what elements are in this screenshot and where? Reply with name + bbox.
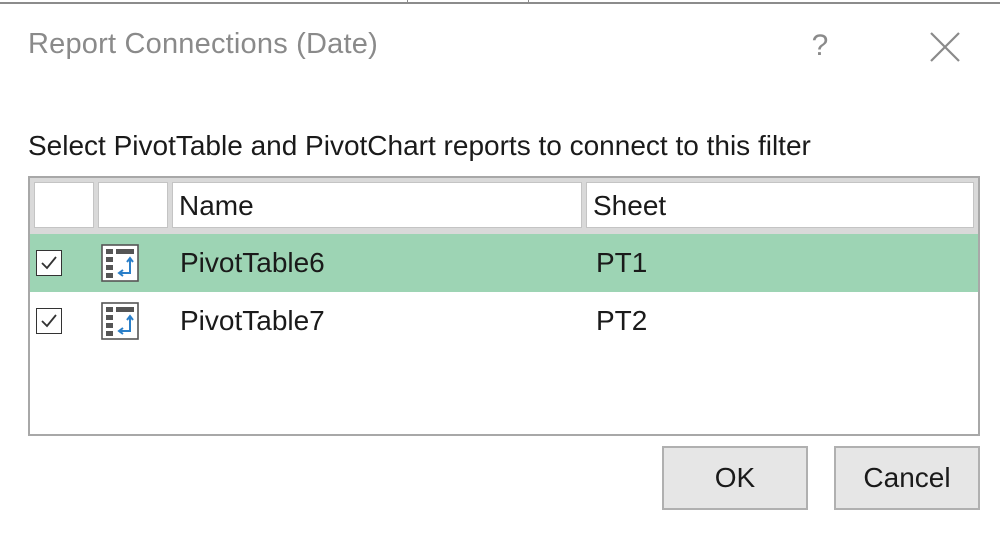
close-button[interactable] bbox=[924, 26, 966, 68]
instruction-text: Select PivotTable and PivotChart reports… bbox=[28, 130, 811, 161]
report-list[interactable]: Name Sheet PivotTable6 PT1 PivotTable7 P… bbox=[28, 176, 980, 436]
row-sheet: PT2 bbox=[596, 305, 648, 336]
cancel-button[interactable]: Cancel bbox=[834, 446, 980, 510]
checkmark-icon bbox=[41, 314, 57, 328]
help-button[interactable]: ? bbox=[805, 26, 835, 66]
row-name: PivotTable6 bbox=[180, 247, 325, 278]
dialog-title: Report Connections (Date) bbox=[28, 28, 378, 60]
header-icon-column bbox=[98, 182, 168, 228]
ok-button[interactable]: OK bbox=[662, 446, 808, 510]
top-border-tick bbox=[528, 0, 529, 4]
row-checkbox[interactable] bbox=[36, 308, 62, 334]
checkmark-icon bbox=[41, 256, 57, 270]
list-header: Name Sheet bbox=[30, 178, 978, 234]
pivot-table-icon bbox=[101, 244, 139, 282]
list-row-pivottable6[interactable]: PivotTable6 PT1 bbox=[30, 234, 978, 292]
column-header-sheet[interactable]: Sheet bbox=[586, 182, 974, 228]
row-checkbox[interactable] bbox=[36, 250, 62, 276]
list-row-pivottable7[interactable]: PivotTable7 PT2 bbox=[30, 292, 978, 350]
top-border bbox=[0, 0, 1000, 4]
pivot-table-icon bbox=[101, 302, 139, 340]
header-checkbox-column bbox=[34, 182, 94, 228]
row-name: PivotTable7 bbox=[180, 305, 325, 336]
top-border-tick bbox=[407, 0, 408, 4]
close-icon bbox=[930, 32, 960, 62]
row-sheet: PT1 bbox=[596, 247, 648, 278]
column-header-name[interactable]: Name bbox=[172, 182, 582, 228]
